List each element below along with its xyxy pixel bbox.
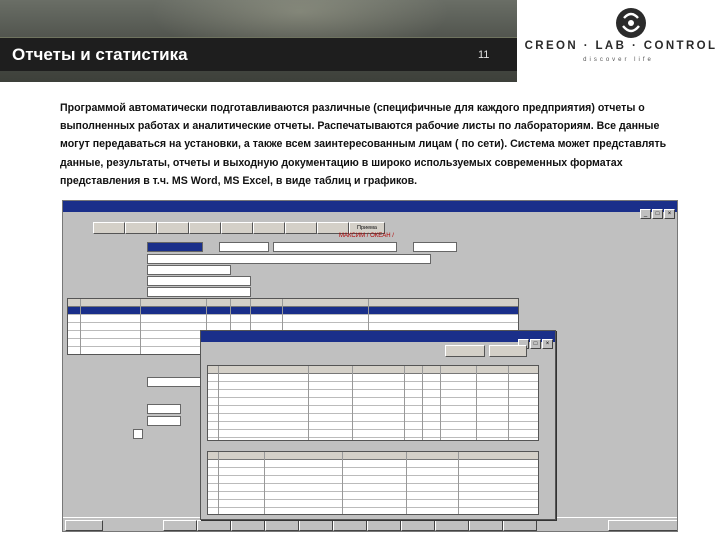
description-paragraph: Программой автоматически подготавливаютс… xyxy=(60,102,667,187)
subject-field[interactable] xyxy=(147,276,251,286)
table-row[interactable] xyxy=(208,460,538,468)
option-checkbox[interactable] xyxy=(133,429,143,439)
table-row[interactable] xyxy=(208,476,538,484)
taskbar-item[interactable] xyxy=(401,520,435,531)
table-row[interactable] xyxy=(208,414,538,422)
table-row[interactable] xyxy=(208,398,538,406)
toolbar-button-6[interactable] xyxy=(253,222,285,234)
app-window-titlebar: _ □ × xyxy=(63,201,677,219)
table-header xyxy=(208,366,538,374)
taskbar-item[interactable] xyxy=(265,520,299,531)
creon-logo-icon xyxy=(616,8,646,38)
taskbar-item[interactable] xyxy=(163,520,197,531)
app-toolbar: Приема xyxy=(63,221,677,234)
taskbar-item[interactable] xyxy=(197,520,231,531)
logo-wordmark: CREON · LAB · CONTROL xyxy=(524,40,718,52)
table-row[interactable] xyxy=(208,390,538,398)
start-button[interactable] xyxy=(65,520,103,531)
table-row[interactable] xyxy=(208,484,538,492)
table-row[interactable] xyxy=(208,492,538,500)
lab-field[interactable] xyxy=(147,377,201,387)
slide-header: Отчеты и статистика 11 CREON · LAB · CON… xyxy=(0,0,720,82)
toolbar-button-2[interactable] xyxy=(125,222,157,234)
page-number: 11 xyxy=(478,49,490,61)
table-row[interactable] xyxy=(68,307,518,315)
graph-action-button-2[interactable] xyxy=(489,345,527,357)
toolbar-button-1[interactable] xyxy=(93,222,125,234)
table-row[interactable] xyxy=(208,430,538,438)
graph-action-button-1[interactable] xyxy=(445,345,485,357)
sample-field[interactable] xyxy=(147,287,251,297)
system-tray xyxy=(608,520,677,531)
taskbar-item[interactable] xyxy=(299,520,333,531)
taskbar-item[interactable] xyxy=(469,520,503,531)
to-field[interactable] xyxy=(147,416,181,426)
toolbar-button-7[interactable] xyxy=(285,222,317,234)
from-field[interactable] xyxy=(147,404,181,414)
table-header xyxy=(208,452,538,460)
maximize-icon[interactable]: □ xyxy=(530,339,541,349)
table-row[interactable] xyxy=(208,374,538,382)
taskbar-item[interactable] xyxy=(503,520,537,531)
table-row[interactable] xyxy=(208,406,538,414)
table-row[interactable] xyxy=(208,382,538,390)
table-row[interactable] xyxy=(208,500,538,508)
toolbar-button-4[interactable] xyxy=(189,222,221,234)
taskbar-item[interactable] xyxy=(367,520,401,531)
taskbar-item[interactable] xyxy=(333,520,367,531)
toolbar-button-5[interactable] xyxy=(221,222,253,234)
toolbar-button-3[interactable] xyxy=(157,222,189,234)
record-caption: МАКСИМ / ОКЕАН / xyxy=(339,233,394,239)
graph-window-titlebar: _ □ × xyxy=(201,331,555,349)
table-header xyxy=(68,299,518,307)
table-row[interactable] xyxy=(68,315,518,323)
table-row[interactable] xyxy=(208,468,538,476)
time-field[interactable] xyxy=(413,242,457,252)
results-detail-table[interactable] xyxy=(207,451,539,515)
description-field[interactable] xyxy=(147,254,431,264)
date-field[interactable] xyxy=(219,242,269,252)
graph-results-window: _ □ × xyxy=(200,330,556,520)
code-field[interactable] xyxy=(147,242,203,252)
taskbar-item[interactable] xyxy=(231,520,265,531)
title-bar: Отчеты и статистика 11 xyxy=(0,37,517,71)
slide-title: Отчеты и статистика xyxy=(12,45,188,64)
taskbar-item[interactable] xyxy=(435,520,469,531)
app-menubar xyxy=(63,212,677,221)
client-field[interactable] xyxy=(147,265,231,275)
logo-tagline: discover life xyxy=(583,57,654,63)
logo-panel: CREON · LAB · CONTROL discover life xyxy=(517,0,720,82)
table-row[interactable] xyxy=(208,422,538,430)
close-icon[interactable]: × xyxy=(542,339,553,349)
results-table[interactable] xyxy=(207,365,539,441)
number-field[interactable] xyxy=(273,242,397,252)
